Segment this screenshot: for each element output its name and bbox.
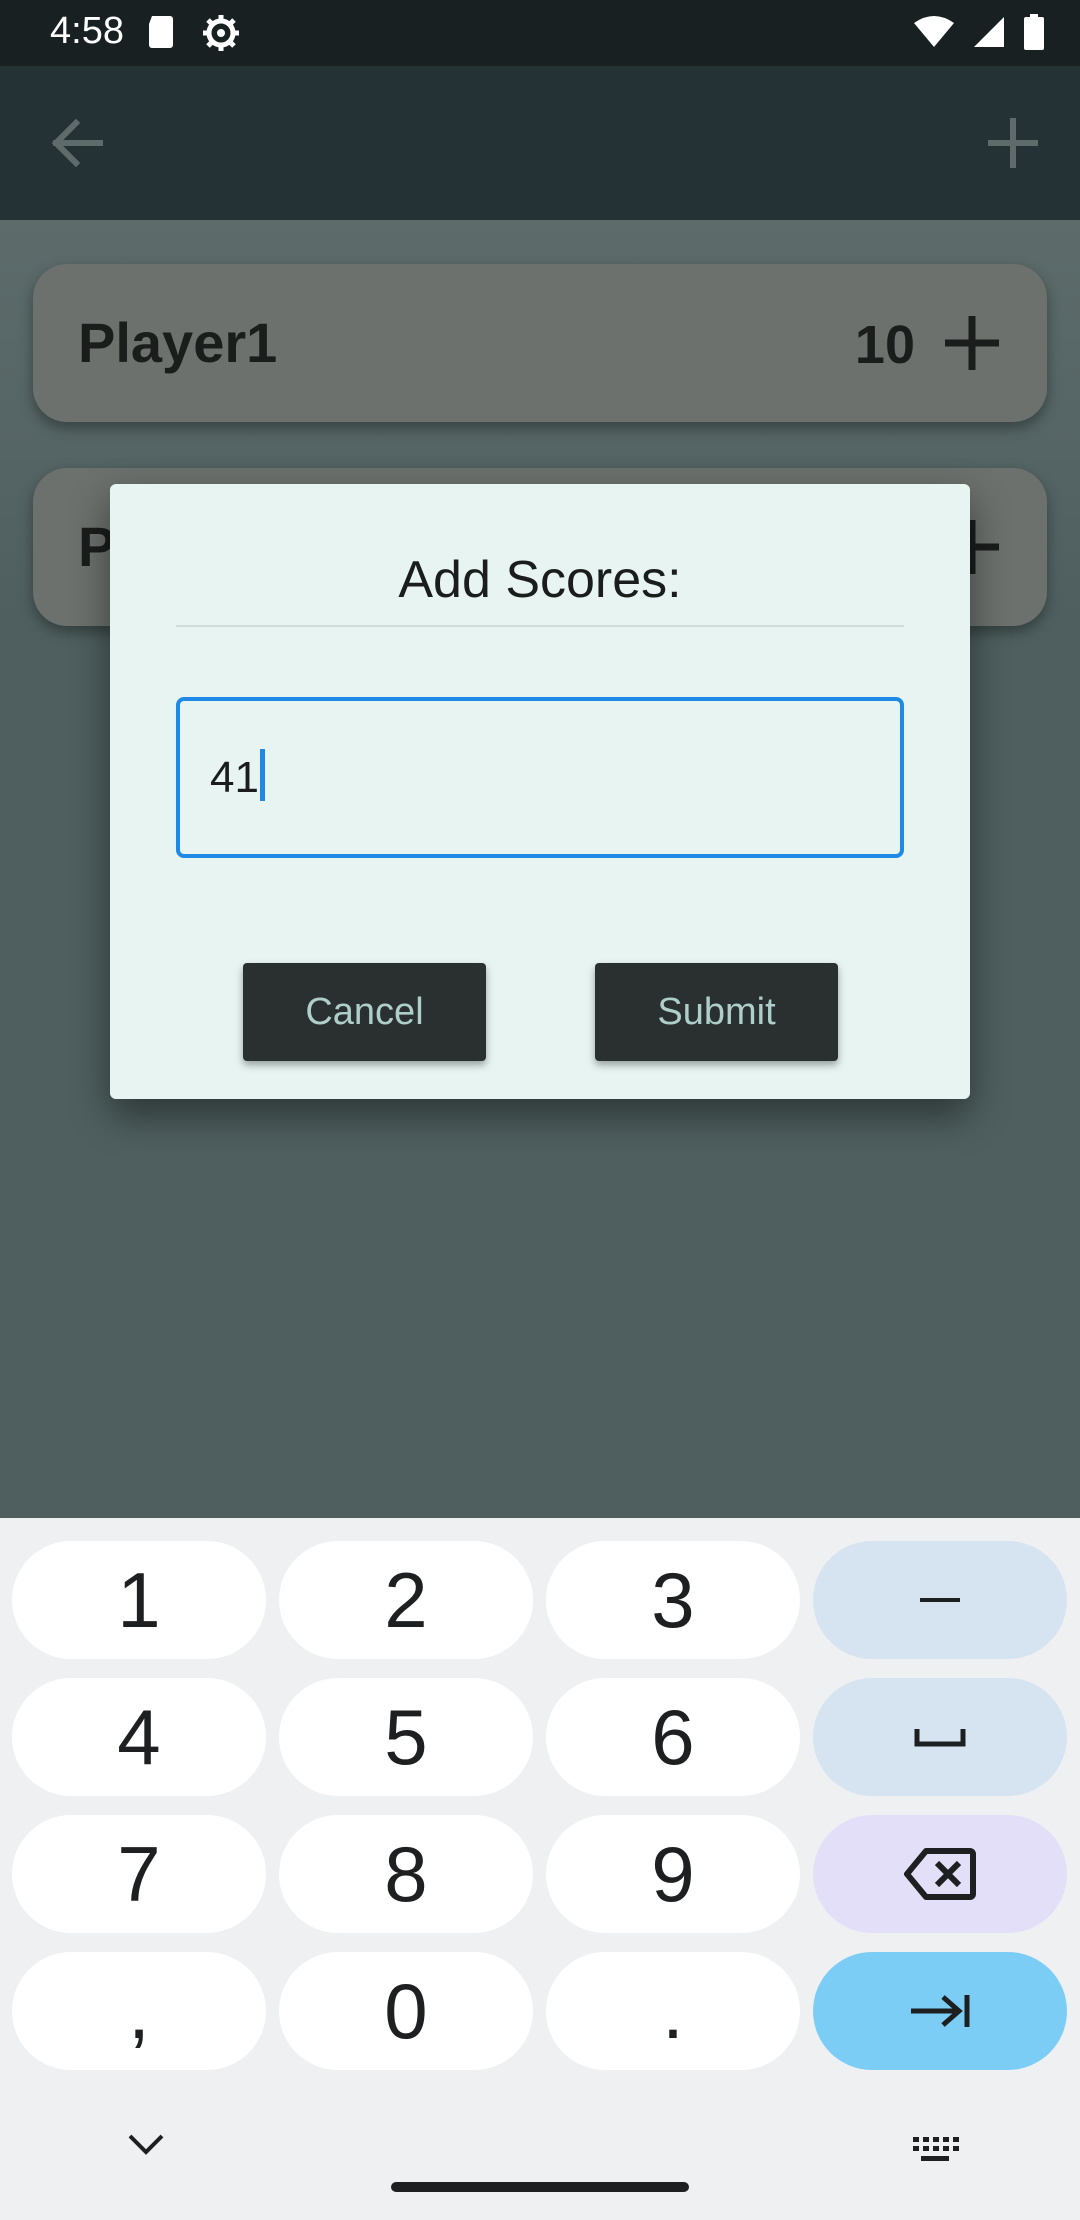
key-8[interactable]: 8: [279, 1815, 533, 1933]
space-icon: [914, 1729, 966, 1747]
wifi-icon: [914, 15, 954, 54]
minus-icon: [920, 1598, 960, 1602]
key-backspace[interactable]: [813, 1815, 1067, 1933]
key-next[interactable]: [813, 1952, 1067, 2070]
numeric-keyboard: 1 2 3 4 5 6 7 8 9 , 0 .: [0, 1518, 1080, 2220]
sd-card-icon: [146, 14, 176, 55]
key-4[interactable]: 4: [12, 1678, 266, 1796]
backspace-icon: [904, 1848, 976, 1900]
status-bar: 4:58: [0, 0, 1080, 66]
text-cursor: [260, 749, 265, 801]
status-time: 4:58: [50, 10, 124, 52]
divider: [176, 625, 904, 627]
signal-icon: [972, 15, 1006, 54]
keyboard-switch-icon[interactable]: [911, 2135, 959, 2165]
cancel-button[interactable]: Cancel: [243, 963, 486, 1061]
player-score: 10: [854, 315, 915, 375]
key-period[interactable]: .: [546, 1952, 800, 2070]
key-0[interactable]: 0: [279, 1952, 533, 2070]
plus-icon[interactable]: [978, 108, 1048, 178]
submit-button[interactable]: Submit: [595, 963, 838, 1061]
battery-icon: [1024, 14, 1044, 55]
dialog-title: Add Scores:: [398, 551, 682, 609]
key-space[interactable]: [813, 1678, 1067, 1796]
score-input-value: 41: [210, 753, 259, 802]
player-card[interactable]: Player1 10: [33, 264, 1047, 422]
app-bar: [0, 66, 1080, 220]
key-minus[interactable]: [813, 1541, 1067, 1659]
tab-next-icon: [911, 1995, 970, 2027]
add-scores-dialog: Add Scores: 41 Cancel Submit: [110, 484, 970, 1099]
key-7[interactable]: 7: [12, 1815, 266, 1933]
key-1[interactable]: 1: [12, 1541, 266, 1659]
score-input[interactable]: 41: [176, 697, 904, 858]
key-6[interactable]: 6: [546, 1678, 800, 1796]
key-comma[interactable]: ,: [12, 1952, 266, 2070]
settings-gear-icon: [202, 14, 240, 57]
chevron-down-icon[interactable]: [124, 2130, 168, 2158]
player-name: Player1: [78, 311, 278, 374]
gesture-nav-handle[interactable]: [391, 2182, 689, 2192]
key-2[interactable]: 2: [279, 1541, 533, 1659]
key-9[interactable]: 9: [546, 1815, 800, 1933]
key-3[interactable]: 3: [546, 1541, 800, 1659]
key-5[interactable]: 5: [279, 1678, 533, 1796]
arrow-back-icon[interactable]: [42, 108, 112, 178]
add-score-icon[interactable]: [935, 306, 1009, 380]
